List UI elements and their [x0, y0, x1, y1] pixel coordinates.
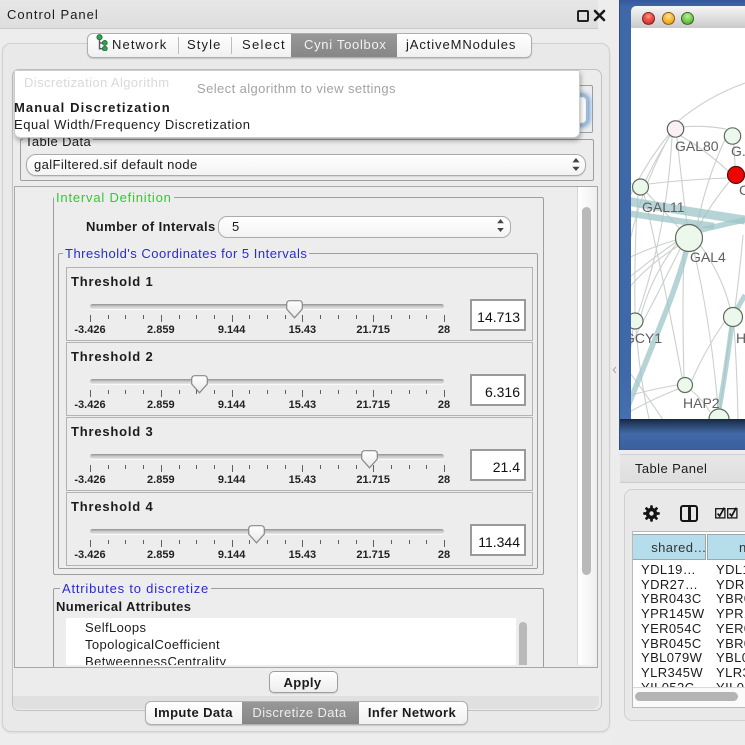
svg-text:GAL11: GAL11 — [642, 199, 685, 215]
svg-text:G.: G. — [731, 143, 745, 159]
svg-text:GAL80: GAL80 — [675, 138, 719, 154]
svg-text:C: C — [739, 182, 745, 198]
svg-text:HAP2: HAP2 — [683, 395, 720, 411]
svg-text:GAL4: GAL4 — [690, 249, 726, 265]
svg-text:GCY1: GCY1 — [631, 330, 662, 346]
svg-text:H: H — [736, 330, 745, 346]
